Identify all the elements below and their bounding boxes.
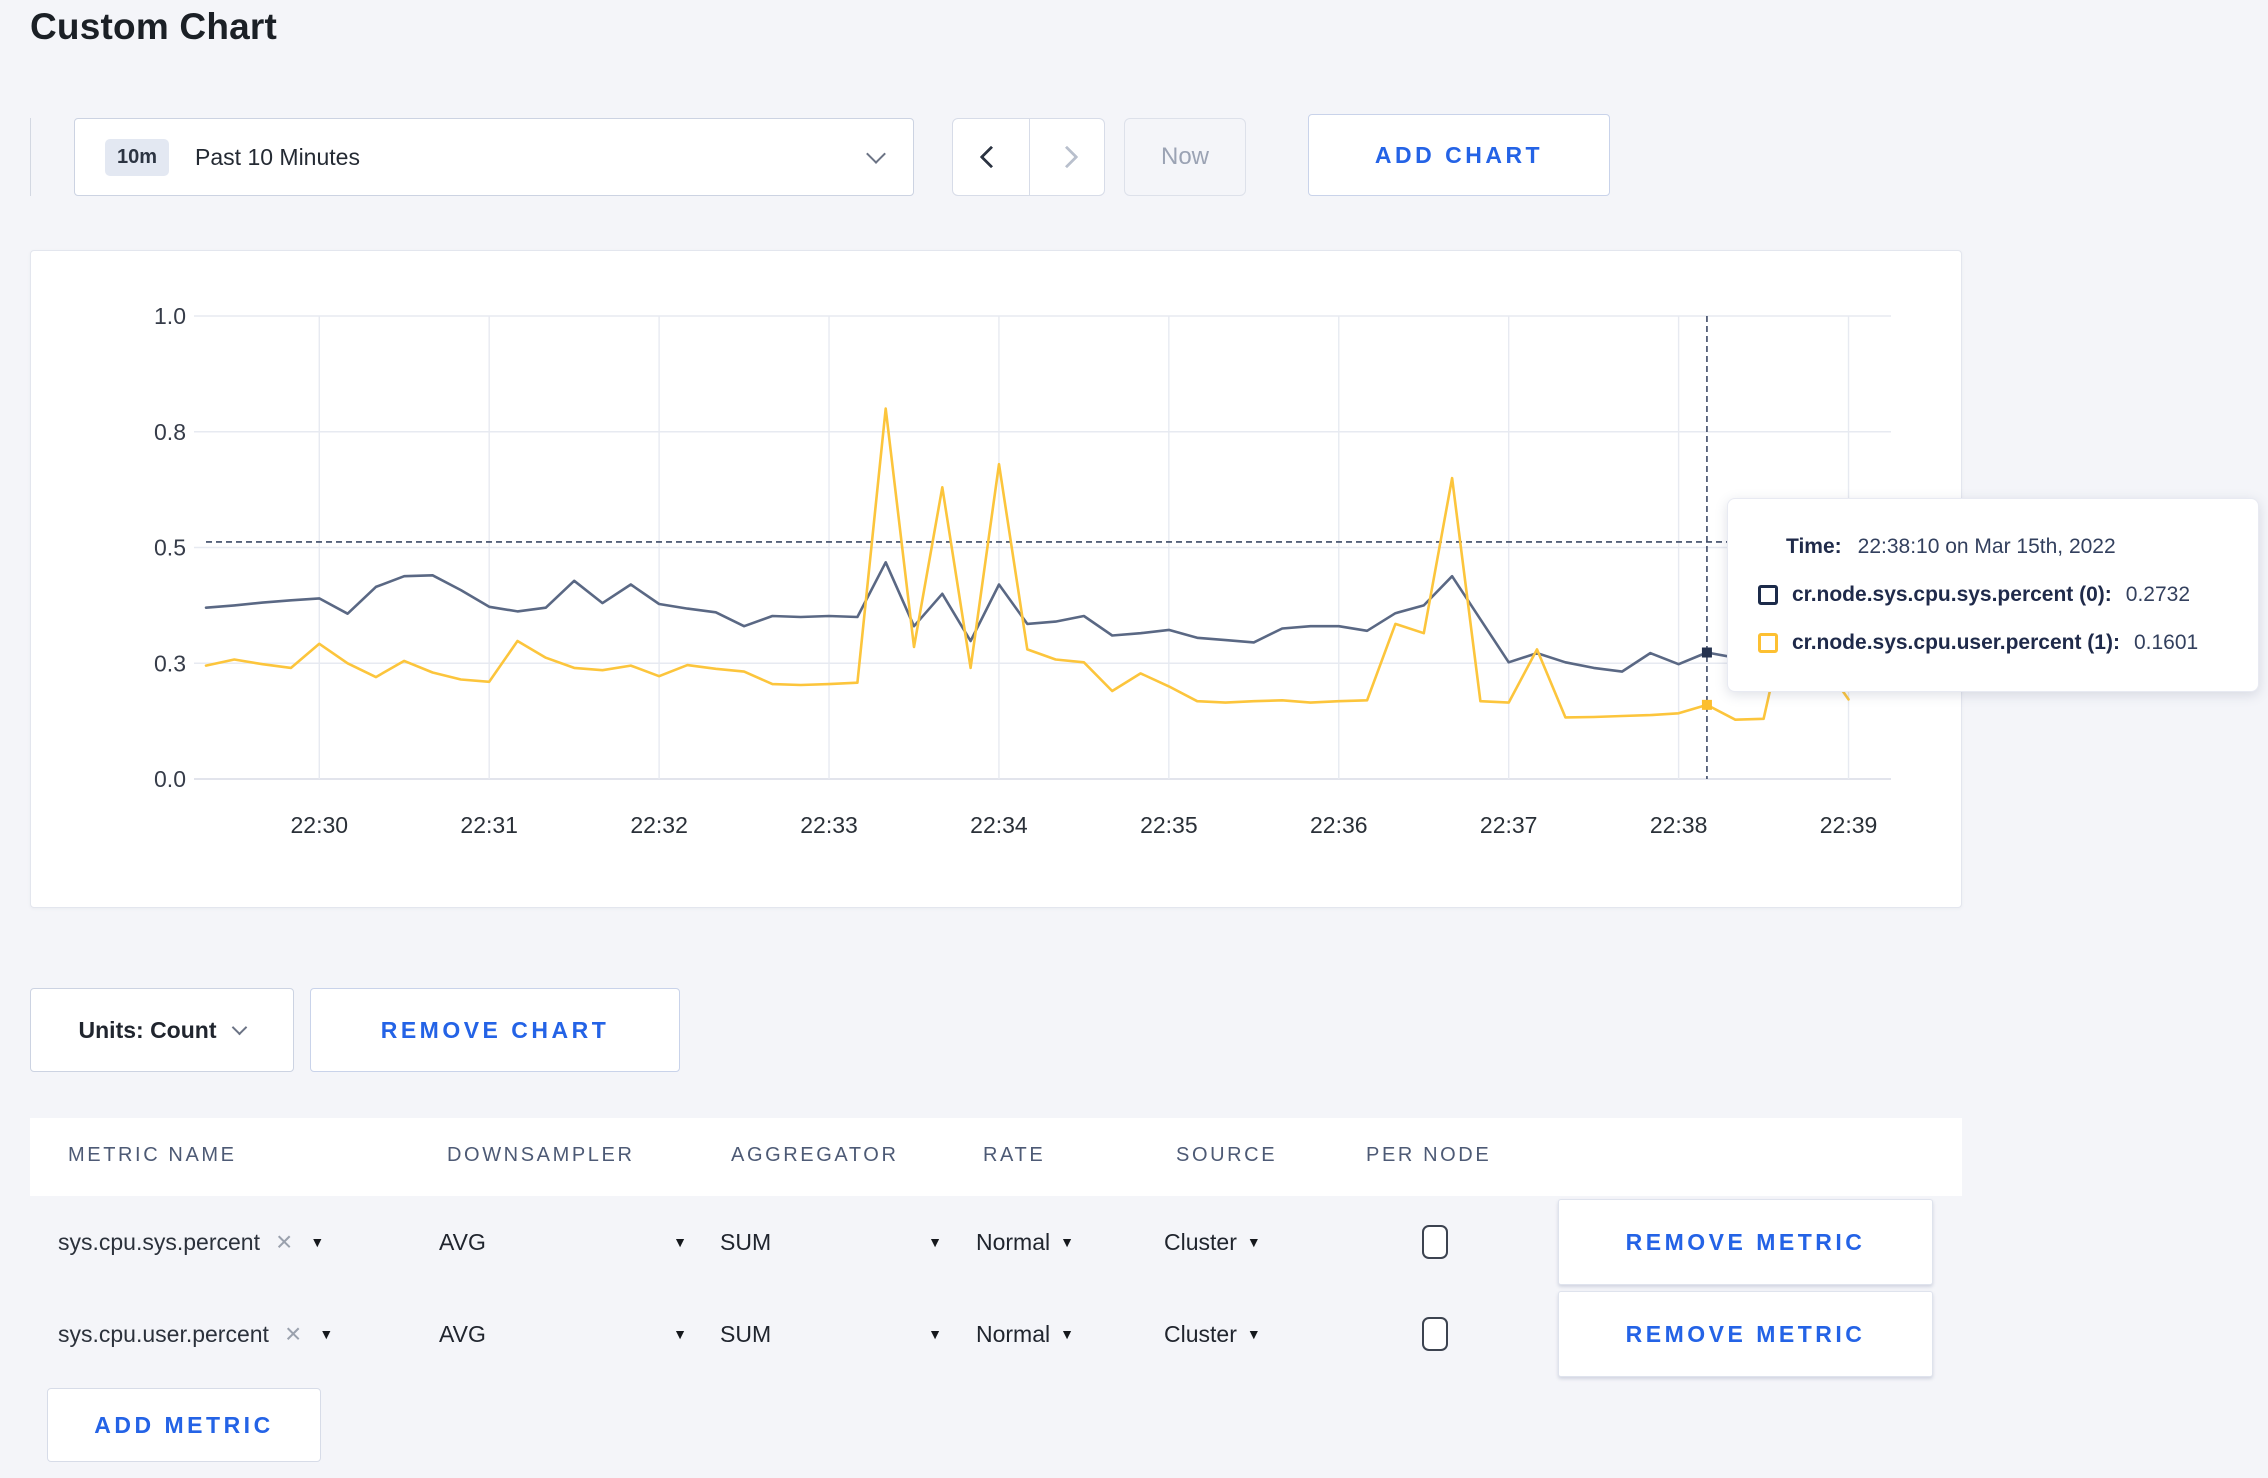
caret-down-icon: ▼ [673,1326,687,1342]
caret-down-icon: ▼ [1060,1326,1074,1342]
units-dropdown[interactable]: Units: Count [30,988,294,1072]
timeseries-chart[interactable]: 0.0 0.3 0.5 0.8 1.0 22:30 22:31 22:32 22:33 22:34… [31,251,1963,909]
svg-text:22:37: 22:37 [1480,812,1538,838]
series-swatch-icon [1758,633,1778,653]
svg-text:1.0: 1.0 [154,303,186,329]
caret-down-icon: ▼ [928,1326,942,1342]
metric-name-select[interactable]: sys.cpu.sys.percent × ▼ [58,1196,324,1288]
tooltip-time-label: Time: [1786,535,1842,558]
chevron-down-icon [866,144,886,164]
timescale-label: Past 10 Minutes [195,143,360,170]
now-button[interactable]: Now [1124,118,1246,196]
chevron-left-icon [979,145,1003,169]
source-value: Cluster [1164,1320,1237,1347]
now-button-label: Now [1160,143,1209,170]
svg-text:22:33: 22:33 [800,812,858,838]
chevron-right-icon [1055,145,1079,169]
aggregator-select[interactable]: SUM ▼ [720,1288,942,1380]
aggregator-select[interactable]: SUM ▼ [720,1196,942,1288]
add-chart-button[interactable]: ADD CHART [1308,114,1610,196]
downsampler-select[interactable]: AVG ▼ [439,1196,687,1288]
timescale-badge: 10m [105,138,170,176]
metrics-table-header: METRIC NAME DOWNSAMPLER AGGREGATOR RATE … [30,1118,1962,1196]
rate-select[interactable]: Normal ▼ [976,1288,1074,1380]
svg-text:0.5: 0.5 [154,535,186,561]
metric-name-value: sys.cpu.sys.percent [58,1228,260,1255]
tooltip-series-row: cr.node.sys.cpu.sys.percent (0): 0.2732 [1758,571,2228,619]
remove-metric-button[interactable]: REMOVE METRIC [1558,1199,1933,1285]
svg-text:22:31: 22:31 [460,812,518,838]
aggregator-value: SUM [720,1320,772,1347]
per-node-checkbox[interactable] [1422,1317,1448,1351]
remove-metric-button[interactable]: REMOVE METRIC [1558,1291,1933,1377]
tooltip-series-label: cr.node.sys.cpu.sys.percent (0): [1792,583,2112,606]
table-row: sys.cpu.user.percent × ▼ AVG ▼ SUM ▼ Nor… [30,1288,1962,1380]
add-metric-label: ADD METRIC [94,1411,274,1438]
chevron-down-icon [232,1019,248,1035]
chart-card: 0.0 0.3 0.5 0.8 1.0 22:30 22:31 22:32 22:33 22:34… [30,250,1962,908]
svg-text:0.3: 0.3 [154,650,186,676]
toolbar-divider [30,118,31,196]
caret-down-icon: ▼ [1246,1326,1261,1342]
source-select[interactable]: Cluster ▼ [1164,1196,1261,1288]
series-swatch-icon [1758,585,1778,605]
rate-value: Normal [976,1320,1051,1347]
downsampler-value: AVG [439,1320,486,1347]
caret-down-icon: ▼ [1060,1234,1074,1250]
timescale-dropdown[interactable]: 10m Past 10 Minutes [74,118,914,196]
time-nav-group [952,118,1105,196]
svg-text:0.0: 0.0 [154,766,186,792]
caret-down-icon: ▼ [1246,1234,1261,1250]
rate-value: Normal [976,1228,1051,1255]
clear-icon[interactable]: × [285,1320,301,1348]
time-prev-button[interactable] [953,119,1029,195]
per-node-checkbox[interactable] [1422,1225,1448,1259]
header-per-node: PER NODE [1366,1144,1492,1166]
metric-name-select[interactable]: sys.cpu.user.percent × ▼ [58,1288,333,1380]
tooltip-series-label: cr.node.sys.cpu.user.percent (1): [1792,631,2120,654]
downsampler-value: AVG [439,1228,486,1255]
chart-tooltip: Time: 22:38:10 on Mar 15th, 2022 cr.node… [1727,498,2259,692]
caret-down-icon: ▼ [928,1234,942,1250]
header-metric-name: METRIC NAME [68,1144,237,1166]
remove-metric-label: REMOVE METRIC [1625,1228,1866,1255]
source-value: Cluster [1164,1228,1237,1255]
svg-text:22:35: 22:35 [1140,812,1198,838]
tooltip-series-value: 0.2732 [2125,583,2191,606]
svg-text:22:30: 22:30 [291,812,349,838]
caret-down-icon: ▼ [319,1326,334,1342]
add-chart-label: ADD CHART [1374,141,1544,168]
remove-chart-label: REMOVE CHART [380,1016,610,1043]
svg-text:22:36: 22:36 [1310,812,1368,838]
header-source: SOURCE [1176,1144,1278,1166]
remove-metric-label: REMOVE METRIC [1625,1320,1866,1347]
header-aggregator: AGGREGATOR [731,1144,899,1166]
svg-text:0.8: 0.8 [154,419,186,445]
header-rate: RATE [983,1144,1046,1166]
svg-text:22:38: 22:38 [1650,812,1708,838]
add-metric-button[interactable]: ADD METRIC [47,1388,321,1462]
tooltip-time-value: 22:38:10 on Mar 15th, 2022 [1857,535,2116,558]
page-title: Custom Chart [30,6,278,47]
clear-icon[interactable]: × [276,1228,292,1256]
svg-text:22:32: 22:32 [630,812,688,838]
table-row: sys.cpu.sys.percent × ▼ AVG ▼ SUM ▼ Norm… [30,1196,1962,1288]
header-downsampler: DOWNSAMPLER [447,1144,635,1166]
tooltip-time-row: Time: 22:38:10 on Mar 15th, 2022 [1758,523,2228,571]
tooltip-series-value: 0.1601 [2133,631,2199,654]
metric-name-value: sys.cpu.user.percent [58,1320,269,1347]
aggregator-value: SUM [720,1228,772,1255]
downsampler-select[interactable]: AVG ▼ [439,1288,687,1380]
rate-select[interactable]: Normal ▼ [976,1196,1074,1288]
remove-chart-button[interactable]: REMOVE CHART [310,988,680,1072]
tooltip-series-row: cr.node.sys.cpu.user.percent (1): 0.1601 [1758,619,2228,667]
source-select[interactable]: Cluster ▼ [1164,1288,1261,1380]
svg-text:22:34: 22:34 [970,812,1028,838]
time-next-button[interactable] [1028,119,1105,195]
units-label: Units: Count [78,1016,217,1043]
svg-text:22:39: 22:39 [1820,812,1878,838]
caret-down-icon: ▼ [673,1234,687,1250]
caret-down-icon: ▼ [310,1234,325,1250]
